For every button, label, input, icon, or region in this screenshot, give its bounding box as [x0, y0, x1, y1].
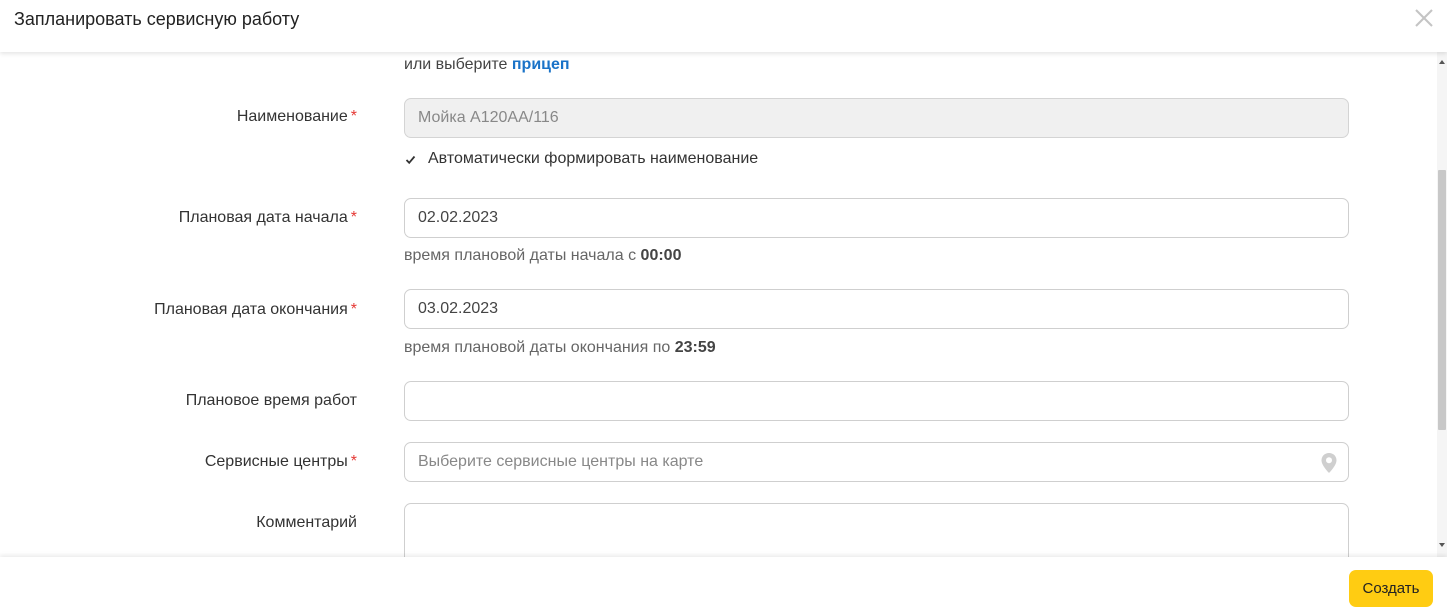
- start-date-label: Плановая дата начала *: [179, 209, 357, 227]
- name-label-text: Наименование: [236, 108, 348, 125]
- scrollbar[interactable]: [1437, 52, 1447, 557]
- start-hint-time: 00:00: [640, 247, 682, 264]
- trailer-choice-line: или выберите прицеп: [404, 56, 570, 74]
- name-field[interactable]: Мойка А120АА/116: [404, 98, 1349, 138]
- end-hint-time: 23:59: [674, 339, 716, 356]
- form-body: или выберите прицеп Наименование * Мойка …: [0, 52, 1437, 557]
- comment-textarea[interactable]: [404, 503, 1349, 557]
- planned-time-field[interactable]: [404, 381, 1349, 421]
- auto-name-checkbox[interactable]: [404, 153, 417, 166]
- comment-label-text: Комментарий: [256, 514, 357, 531]
- end-date-value: 03.02.2023: [418, 300, 499, 317]
- scroll-down-icon[interactable]: [1439, 541, 1445, 549]
- name-label: Наименование *: [237, 108, 357, 126]
- end-date-field[interactable]: 03.02.2023: [404, 289, 1349, 329]
- trailer-link[interactable]: прицеп: [512, 56, 570, 73]
- service-centers-placeholder: Выберите сервисные центры на карте: [418, 453, 704, 470]
- checkmark-icon: [405, 155, 416, 165]
- create-button[interactable]: Создать: [1349, 570, 1433, 607]
- end-hint-text: время плановой даты окончания по: [404, 339, 671, 356]
- required-mark: *: [350, 209, 357, 226]
- end-date-label-text: Плановая дата окончания: [154, 301, 348, 318]
- scroll-up-icon[interactable]: [1439, 58, 1445, 66]
- start-date-value: 02.02.2023: [418, 209, 499, 226]
- comment-label: Комментарий: [256, 514, 357, 532]
- dialog-title: Запланировать сервисную работу: [14, 9, 300, 29]
- start-date-hint: время плановой даты начала с 00:00: [404, 247, 681, 265]
- scrollbar-thumb[interactable]: [1438, 170, 1446, 430]
- dialog-footer: Создать: [0, 557, 1447, 612]
- service-centers-label: Сервисные центры *: [205, 453, 357, 471]
- start-hint-text: время плановой даты начала с: [404, 247, 637, 264]
- auto-name-label[interactable]: Автоматически формировать наименование: [428, 150, 758, 168]
- service-centers-field[interactable]: Выберите сервисные центры на карте: [404, 442, 1349, 482]
- service-centers-label-text: Сервисные центры: [204, 453, 348, 470]
- start-date-field[interactable]: 02.02.2023: [404, 198, 1349, 238]
- planned-time-label-text: Плановое время работ: [185, 392, 357, 409]
- name-value: Мойка А120АА/116: [418, 109, 559, 126]
- map-pin-icon[interactable]: [1320, 452, 1338, 479]
- end-date-label: Плановая дата окончания *: [154, 301, 357, 319]
- start-date-label-text: Плановая дата начала: [178, 209, 348, 226]
- required-mark: *: [350, 453, 357, 470]
- required-mark: *: [350, 301, 357, 318]
- dialog-header: Запланировать сервисную работу: [0, 0, 1447, 52]
- trailer-prefix-text: или выберите: [404, 56, 508, 73]
- required-mark: *: [350, 108, 357, 125]
- close-icon[interactable]: [1411, 5, 1437, 31]
- planned-time-label: Плановое время работ: [186, 392, 357, 410]
- end-date-hint: время плановой даты окончания по 23:59: [404, 339, 716, 357]
